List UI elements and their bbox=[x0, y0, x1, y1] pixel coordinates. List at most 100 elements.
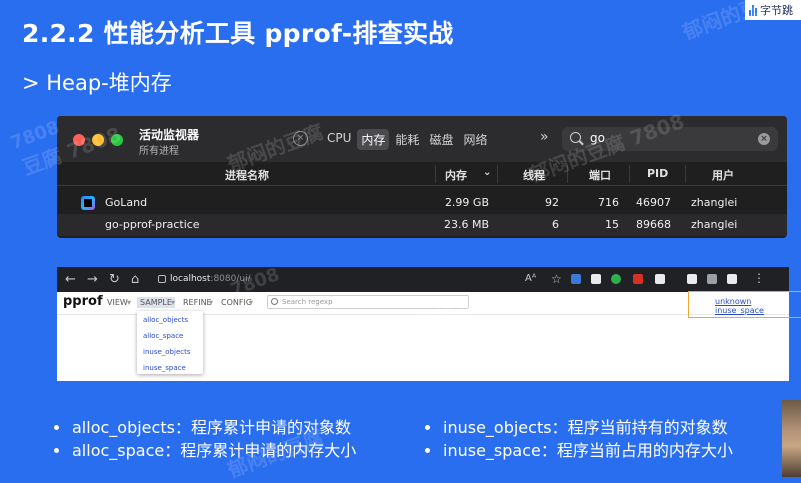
process-memory: 2.99 GB bbox=[444, 196, 489, 209]
bullet-item: alloc_space：程序累计申请的内存大小 bbox=[54, 437, 356, 461]
clear-search-icon[interactable]: × bbox=[758, 133, 770, 145]
stop-process-icon[interactable]: × bbox=[293, 131, 308, 146]
highlight-box bbox=[688, 291, 801, 318]
tab-memory[interactable]: 内存 bbox=[357, 129, 390, 150]
process-threads: 6 bbox=[552, 218, 559, 231]
sample-option[interactable]: inuse_space bbox=[143, 364, 186, 372]
search-icon bbox=[271, 298, 278, 305]
address-path: :8080/ui/ bbox=[210, 274, 251, 284]
bullet-item: inuse_space：程序当前占用的内存大小 bbox=[425, 437, 733, 461]
bullet-term: inuse_space bbox=[443, 441, 541, 460]
column-memory[interactable]: 内存 bbox=[445, 167, 467, 183]
menu-refine[interactable]: REFINE bbox=[183, 298, 212, 307]
am-search-field[interactable]: go × bbox=[562, 127, 778, 151]
tab-disk[interactable]: 磁盘 bbox=[425, 129, 457, 150]
am-tabs: CPU 内存 能耗 磁盘 网络 bbox=[323, 129, 491, 150]
menu-more-icon[interactable]: ⋮ bbox=[753, 271, 765, 285]
bullet-separator: ： bbox=[540, 441, 557, 460]
process-pid: 89668 bbox=[636, 218, 671, 231]
table-row[interactable]: go-pprof-practice 23.6 MB 6 15 89668 zha… bbox=[57, 214, 787, 236]
column-divider bbox=[497, 165, 498, 183]
column-divider bbox=[567, 165, 568, 183]
reader-mode-icon[interactable]: Aᴬ bbox=[525, 273, 536, 284]
table-row[interactable]: GoLand 2.99 GB 92 716 46907 zhanglei bbox=[57, 192, 787, 214]
bullet-term: alloc_space bbox=[72, 441, 165, 460]
bullet-dot bbox=[425, 447, 430, 453]
bullet-desc: 程序累计申请的对象数 bbox=[190, 418, 351, 437]
tab-cpu[interactable]: CPU bbox=[323, 129, 355, 150]
pprof-logo: pprof bbox=[63, 294, 103, 309]
search-icon bbox=[570, 132, 581, 143]
am-subtitle: 所有进程 bbox=[139, 146, 179, 157]
process-pid: 46907 bbox=[636, 196, 671, 209]
column-process-name[interactable]: 进程名称 bbox=[225, 167, 269, 183]
process-name: GoLand bbox=[105, 196, 148, 209]
column-threads[interactable]: 线程 bbox=[523, 167, 545, 183]
process-threads: 92 bbox=[545, 196, 559, 209]
tab-energy[interactable]: 能耗 bbox=[391, 129, 423, 150]
bullet-desc: 程序累计申请的内存大小 bbox=[180, 441, 357, 460]
bullet-desc: 程序当前占用的内存大小 bbox=[556, 441, 733, 460]
reload-icon[interactable]: ↻ bbox=[109, 272, 120, 287]
site-info-icon[interactable] bbox=[158, 274, 166, 283]
bookmark-star-icon[interactable]: ☆ bbox=[551, 272, 562, 286]
column-user[interactable]: 用户 bbox=[712, 167, 734, 183]
address-bar[interactable]: localhost:8080/ui/ bbox=[158, 270, 568, 289]
close-window-button[interactable] bbox=[73, 134, 85, 146]
bullet-item: inuse_objects：程序当前持有的对象数 bbox=[425, 414, 728, 438]
sample-option[interactable]: inuse_objects bbox=[143, 348, 191, 356]
menu-sample[interactable]: SAMPLE bbox=[137, 297, 175, 308]
tab-network[interactable]: 网络 bbox=[459, 129, 491, 150]
toolbar-overflow-icon[interactable]: » bbox=[540, 129, 549, 145]
goland-app-icon bbox=[81, 196, 95, 210]
process-user: zhanglei bbox=[691, 218, 738, 231]
bullet-dot bbox=[54, 447, 59, 453]
activity-monitor-window: 活动监视器 所有进程 × CPU 内存 能耗 磁盘 网络 » go × 进程名称… bbox=[57, 116, 787, 238]
regexp-search-input[interactable]: Search regexp bbox=[267, 295, 469, 309]
address-host: localhost bbox=[170, 274, 211, 284]
extension-icon[interactable] bbox=[633, 274, 643, 284]
am-search-value[interactable]: go bbox=[590, 131, 605, 145]
sample-option[interactable]: alloc_objects bbox=[143, 316, 188, 324]
column-divider bbox=[685, 165, 686, 183]
caret-down-icon: ▾ bbox=[127, 298, 132, 307]
wechat-extension-icon[interactable] bbox=[611, 274, 621, 284]
extension-icon[interactable] bbox=[571, 274, 581, 284]
sample-dropdown: alloc_objects alloc_space inuse_objects … bbox=[137, 311, 203, 374]
webcam-photo bbox=[782, 400, 801, 477]
home-icon[interactable]: ⌂ bbox=[131, 272, 139, 287]
forward-icon[interactable]: → bbox=[87, 272, 98, 287]
bullet-term: inuse_objects bbox=[443, 418, 552, 437]
watermark: 7808 bbox=[7, 117, 63, 154]
am-table-header: 进程名称 内存 ⌄ 线程 端口 PID 用户 bbox=[57, 163, 787, 186]
zoom-window-button[interactable] bbox=[111, 134, 123, 146]
sample-option[interactable]: alloc_space bbox=[143, 332, 183, 340]
profile-avatar[interactable] bbox=[727, 274, 737, 284]
caret-down-icon: ▾ bbox=[209, 298, 214, 307]
search-placeholder: Search regexp bbox=[282, 298, 333, 306]
process-ports: 15 bbox=[605, 218, 619, 231]
bytedance-logo: 字节跳 bbox=[745, 0, 801, 20]
bullet-term: alloc_objects bbox=[72, 418, 175, 437]
back-icon[interactable]: ← bbox=[65, 272, 76, 287]
extensions-puzzle-icon[interactable] bbox=[687, 274, 697, 284]
caret-down-icon: ▾ bbox=[171, 298, 176, 307]
column-divider bbox=[629, 165, 630, 183]
column-divider bbox=[435, 165, 436, 183]
bullet-separator: ： bbox=[164, 441, 181, 460]
column-ports[interactable]: 端口 bbox=[589, 167, 611, 183]
menu-config[interactable]: CONFIG bbox=[221, 298, 252, 307]
column-pid[interactable]: PID bbox=[647, 167, 668, 180]
extension-icon[interactable] bbox=[591, 274, 601, 284]
logo-text: 字节跳 bbox=[760, 4, 793, 17]
bullet-item: alloc_objects：程序累计申请的对象数 bbox=[54, 414, 351, 438]
tab-search-icon[interactable] bbox=[707, 274, 717, 284]
sort-descending-icon[interactable]: ⌄ bbox=[483, 167, 491, 178]
am-toolbar: 活动监视器 所有进程 × CPU 内存 能耗 磁盘 网络 » go × bbox=[57, 116, 787, 162]
extension-icon[interactable] bbox=[655, 274, 665, 284]
bullet-separator: ： bbox=[551, 418, 568, 437]
slide-subtitle: > Heap-堆内存 bbox=[22, 71, 172, 95]
process-name: go-pprof-practice bbox=[105, 218, 200, 231]
minimize-window-button[interactable] bbox=[92, 134, 104, 146]
menu-view[interactable]: VIEW bbox=[107, 298, 128, 307]
